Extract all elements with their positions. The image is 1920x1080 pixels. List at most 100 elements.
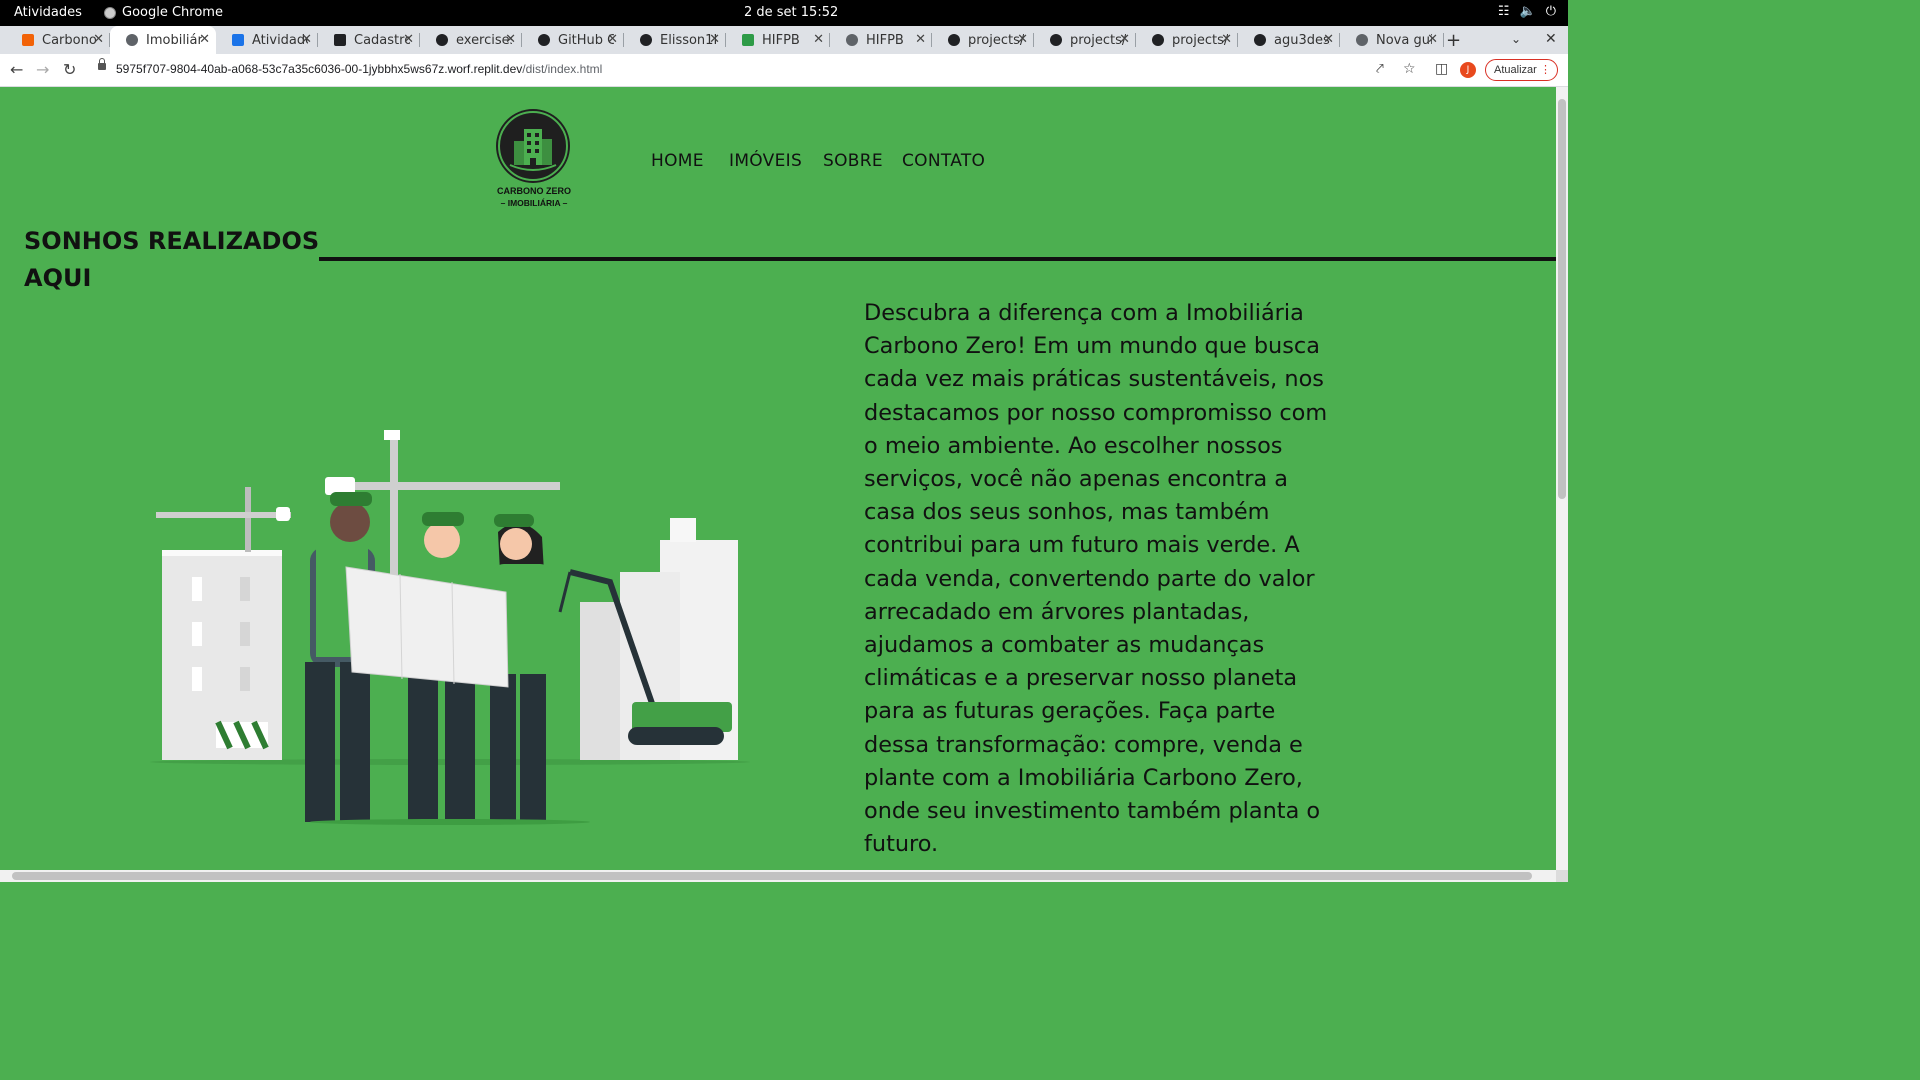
scrollbar-corner <box>1556 870 1568 882</box>
network-icon: ☷ <box>1497 4 1510 19</box>
tab-title: projects/ <box>968 32 1024 48</box>
share-icon[interactable]: ⤤ <box>1376 61 1384 77</box>
github-icon <box>1050 34 1062 46</box>
tab-title: Elisson1E <box>660 32 716 48</box>
nav-imoveis[interactable]: IMÓVEIS <box>729 151 802 171</box>
replit-icon <box>22 34 34 46</box>
github-icon <box>640 34 652 46</box>
github-icon <box>948 34 960 46</box>
tab-2[interactable]: Atividade ✕ <box>216 26 318 54</box>
tab-close-icon[interactable]: ✕ <box>93 32 104 47</box>
tab-title: Cadastro <box>354 32 410 48</box>
browser-toolbar: ← → ↻ 5975f707-9804-40ab-a068-53c7a35c60… <box>0 54 1568 87</box>
github-icon <box>1152 34 1164 46</box>
tab-4[interactable]: exercises ✕ <box>420 26 522 54</box>
horizontal-scrollbar[interactable] <box>0 870 1556 882</box>
github-icon <box>1254 34 1266 46</box>
building-icon <box>509 129 557 171</box>
tab-title: Nova gui <box>1376 32 1432 48</box>
tab-title: Carbono <box>42 32 97 48</box>
tab-title: HIFPB <box>866 32 904 48</box>
clock[interactable]: 2 de set 15:52 <box>744 5 838 20</box>
globe-icon <box>126 34 138 46</box>
construction-workers-illustration <box>150 430 750 825</box>
tab-1[interactable]: Imobiliár ✕ <box>110 26 216 54</box>
logo-subtitle: – IMOBILIÁRIA – <box>500 198 568 208</box>
tab-9[interactable]: projects/✕ <box>932 26 1034 54</box>
activities-button[interactable]: Atividades <box>14 5 82 20</box>
window-close-icon[interactable]: ✕ <box>1545 31 1557 47</box>
tab-title: projects/ <box>1070 32 1126 48</box>
tab-5[interactable]: GitHub C ✕ <box>522 26 624 54</box>
tab-title: exercises <box>456 32 512 48</box>
classroom-icon <box>232 34 244 46</box>
tab-close-icon[interactable]: ✕ <box>1119 32 1130 47</box>
tab-separator <box>1443 33 1444 47</box>
tab-7[interactable]: HIFPB ✕ <box>726 26 830 54</box>
reload-icon[interactable]: ↻ <box>63 60 76 79</box>
tab-close-icon[interactable]: ✕ <box>1427 32 1438 47</box>
site-logo[interactable]: CARBONO ZERO – IMOBILIÁRIA – <box>494 109 574 219</box>
back-arrow-icon[interactable]: ← <box>10 60 23 79</box>
update-button[interactable]: Atualizar ⋮ <box>1485 59 1558 81</box>
github-icon <box>436 34 448 46</box>
more-menu-icon: ⋮ <box>1540 64 1551 76</box>
tab-10[interactable]: projects/✕ <box>1034 26 1136 54</box>
tab-close-icon[interactable]: ✕ <box>1323 32 1334 47</box>
side-panel-icon[interactable]: ◫ <box>1435 61 1448 77</box>
hifpb-icon <box>742 34 754 46</box>
tab-close-icon[interactable]: ✕ <box>403 32 414 47</box>
app-menu[interactable]: Google Chrome <box>104 5 223 20</box>
tab-close-icon[interactable]: ✕ <box>199 32 210 47</box>
vertical-scroll-thumb[interactable] <box>1558 99 1566 499</box>
volume-icon: 🔈 <box>1519 4 1536 19</box>
tab-search-chevron-icon[interactable]: ⌄ <box>1511 32 1521 46</box>
tab-title: agu3des/ <box>1274 32 1330 48</box>
tab-close-icon[interactable]: ✕ <box>1221 32 1232 47</box>
tab-6[interactable]: Elisson1E ✕ <box>624 26 726 54</box>
github-icon <box>538 34 550 46</box>
tab-close-icon[interactable]: ✕ <box>505 32 516 47</box>
hero-title: SONHOS REALIZADOS AQUI <box>24 227 320 292</box>
horizontal-scroll-thumb[interactable] <box>12 872 1532 880</box>
system-top-bar: Atividades Google Chrome 2 de set 15:52 … <box>0 0 1568 26</box>
tab-title: projects/ <box>1172 32 1228 48</box>
nav-contato[interactable]: CONTATO <box>902 151 985 171</box>
system-tray[interactable]: ☷ 🔈 ⏻ <box>1498 4 1556 19</box>
lock-icon[interactable] <box>98 58 106 70</box>
tab-close-icon[interactable]: ✕ <box>301 32 312 47</box>
bookmark-star-icon[interactable]: ☆ <box>1403 61 1416 77</box>
tab-close-icon[interactable]: ✕ <box>1017 32 1028 47</box>
tab-title: HIFPB <box>762 32 800 48</box>
tab-close-icon[interactable]: ✕ <box>813 32 824 47</box>
logo-title: CARBONO ZERO <box>497 186 571 196</box>
chrome-icon <box>104 6 116 19</box>
new-tab-button[interactable]: + <box>1446 30 1461 51</box>
tab-12[interactable]: agu3des/✕ <box>1238 26 1340 54</box>
forward-arrow-icon[interactable]: → <box>36 60 49 79</box>
tab-close-icon[interactable]: ✕ <box>607 32 618 47</box>
app-name: Google Chrome <box>122 5 223 20</box>
tab-3[interactable]: Cadastro ✕ <box>318 26 420 54</box>
tab-title: GitHub C <box>558 32 614 48</box>
vertical-scrollbar[interactable] <box>1556 87 1568 870</box>
tab-8[interactable]: HIFPB ✕ <box>830 26 932 54</box>
tab-0[interactable]: Carbono ✕ <box>6 26 110 54</box>
tab-close-icon[interactable]: ✕ <box>915 32 926 47</box>
web-page: CARBONO ZERO – IMOBILIÁRIA – HOME IMÓVEI… <box>0 87 1556 870</box>
cadastro-icon <box>334 34 346 46</box>
chrome-icon <box>1356 34 1368 46</box>
profile-avatar[interactable]: J <box>1460 62 1476 78</box>
tab-11[interactable]: projects/✕ <box>1136 26 1238 54</box>
nav-sobre[interactable]: SOBRE <box>823 151 883 171</box>
url-text[interactable]: 5975f707-9804-40ab-a068-53c7a35c6036-00-… <box>116 62 602 76</box>
tab-13[interactable]: Nova gui ✕ <box>1340 26 1444 54</box>
hero-description: Descubra a diferença com a Imobiliária C… <box>864 300 1328 858</box>
tab-title: Imobiliár <box>146 32 202 48</box>
globe-icon <box>846 34 858 46</box>
address-bar[interactable]: 5975f707-9804-40ab-a068-53c7a35c6036-00-… <box>88 57 1424 83</box>
nav-home[interactable]: HOME <box>651 151 704 171</box>
tab-close-icon[interactable]: ✕ <box>709 32 720 47</box>
tab-strip: Carbono ✕ Imobiliár ✕ Atividade ✕ Cadastro ✕ exe… <box>0 26 1568 54</box>
logo-emblem <box>498 111 568 181</box>
